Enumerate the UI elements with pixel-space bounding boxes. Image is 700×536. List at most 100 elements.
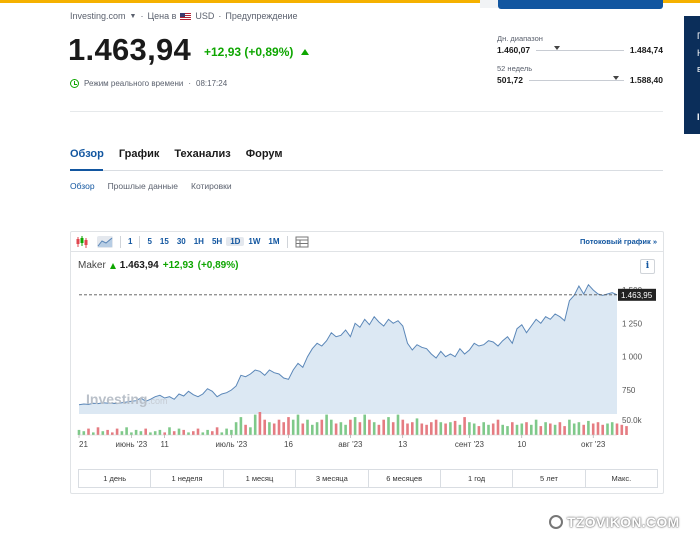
volume-bar	[258, 412, 262, 435]
x-tick-label: 13	[398, 440, 407, 449]
price-chart[interactable]: Investing.com1 5001 2501 00075050.0k1.46…	[71, 252, 663, 467]
volume-bar	[525, 422, 528, 435]
tab-technical[interactable]: Теханализ	[174, 148, 230, 160]
period-1m[interactable]: 1 месяц	[224, 470, 297, 487]
y-tick-label: 1 000	[622, 353, 643, 362]
interval-30[interactable]: 30	[173, 237, 190, 246]
volume-bar	[568, 419, 571, 435]
volume-bar	[144, 428, 147, 435]
week52-range-high: 1.588,40	[629, 75, 663, 85]
volume-bar	[472, 423, 476, 435]
volume-bar	[77, 429, 81, 435]
chart-toolbar: 1 5 15 30 1H 5H 1D 1W 1M Потоковый графи…	[71, 232, 663, 252]
candlestick-icon[interactable]	[75, 235, 89, 248]
volume-bar	[591, 423, 595, 435]
volume-bar	[496, 419, 500, 435]
period-5y[interactable]: 5 лет	[513, 470, 586, 487]
volume-bar	[596, 422, 600, 435]
volume-bar	[544, 422, 547, 435]
stream-chart-label: Потоковый график	[580, 237, 651, 246]
divider	[70, 111, 663, 112]
sub-tabs: Обзор Прошлые данные Котировки	[70, 181, 232, 191]
interval-1[interactable]: 1	[124, 237, 136, 246]
interval-1d[interactable]: 1D	[226, 237, 245, 246]
subtab-overview[interactable]: Обзор	[70, 181, 95, 191]
period-1w[interactable]: 1 неделя	[151, 470, 224, 487]
volume-bar	[353, 417, 357, 435]
volume-bar	[225, 428, 228, 435]
interval-5[interactable]: 5	[143, 237, 155, 246]
volume-bar	[387, 417, 390, 435]
volume-bar	[511, 422, 514, 435]
chevron-down-icon[interactable]: ▼	[130, 13, 137, 20]
table-icon[interactable]	[295, 236, 309, 248]
volume-bar	[382, 419, 385, 435]
interval-5h[interactable]: 5H	[208, 237, 226, 246]
range-marker-icon	[612, 75, 619, 80]
tab-overview[interactable]: Обзор	[70, 148, 104, 160]
volume-bar	[211, 431, 214, 435]
volume-bar	[615, 423, 619, 435]
volume-bar	[363, 414, 366, 435]
period-1d[interactable]: 1 день	[79, 470, 152, 487]
y-tick-label: 750	[622, 386, 636, 395]
interval-1m[interactable]: 1M	[264, 237, 283, 246]
period-max[interactable]: Макс.	[586, 470, 657, 487]
interval-1h[interactable]: 1H	[190, 237, 208, 246]
volume-bar	[158, 429, 162, 435]
double-chevron-right-icon: »	[652, 237, 657, 246]
volume-bar	[368, 419, 371, 435]
current-price-label: 1.463,95	[621, 291, 653, 300]
volume-bar	[444, 423, 447, 435]
volume-axis-label: 50.0k	[622, 416, 643, 425]
volume-bar	[563, 426, 566, 435]
volume-bar	[325, 414, 328, 435]
site-name[interactable]: Investing.com	[70, 11, 126, 21]
subtab-quotes[interactable]: Котировки	[191, 181, 232, 191]
tab-chart[interactable]: График	[119, 148, 160, 160]
dot-separator: ·	[188, 79, 192, 88]
price-in-label: Цена в	[147, 11, 177, 21]
volume-bar	[558, 422, 562, 435]
volume-bar	[272, 423, 276, 435]
chart-watermark: Investing	[86, 391, 147, 407]
week52-range-label: 52 недель	[497, 64, 533, 73]
volume-bar	[192, 431, 195, 435]
subtab-historical[interactable]: Прошлые данные	[108, 181, 178, 191]
side-ad-banner[interactable]: П Н в I	[684, 16, 700, 134]
stream-chart-link[interactable]: Потоковый график »	[580, 237, 657, 246]
volume-bar	[468, 422, 471, 435]
period-3m[interactable]: 3 месяца	[296, 470, 369, 487]
period-1y[interactable]: 1 год	[441, 470, 514, 487]
day-range-high: 1.484,74	[629, 45, 663, 55]
tabs-baseline	[70, 170, 663, 171]
volume-bar	[196, 428, 200, 435]
volume-bar	[230, 429, 233, 435]
volume-bar	[287, 417, 290, 435]
x-tick-label: авг '23	[338, 440, 363, 449]
period-6m[interactable]: 6 месяцев	[369, 470, 441, 487]
volume-bar	[406, 423, 409, 435]
interval-1w[interactable]: 1W	[244, 237, 264, 246]
arrow-up-icon	[301, 49, 310, 55]
ad-letter: I	[697, 112, 700, 122]
interval-15[interactable]: 15	[156, 237, 173, 246]
watermark-logo-icon	[549, 515, 563, 529]
tab-forum[interactable]: Форум	[246, 148, 283, 160]
volume-bar	[87, 428, 90, 435]
warning-link[interactable]: Предупреждение	[225, 11, 297, 21]
volume-bar	[239, 417, 243, 435]
volume-bar	[163, 432, 166, 435]
area-chart-icon[interactable]	[97, 235, 113, 248]
volume-bar	[434, 419, 438, 435]
volume-bar	[515, 424, 519, 435]
volume-bar	[187, 432, 190, 435]
volume-bar	[253, 414, 257, 435]
volume-bar	[491, 423, 495, 435]
top-action-button[interactable]	[498, 0, 663, 9]
x-tick-label: 16	[284, 440, 293, 449]
volume-bar	[111, 432, 114, 435]
active-tab-indicator	[70, 169, 103, 171]
day-range-bar	[536, 45, 624, 51]
volume-bar	[620, 424, 624, 435]
